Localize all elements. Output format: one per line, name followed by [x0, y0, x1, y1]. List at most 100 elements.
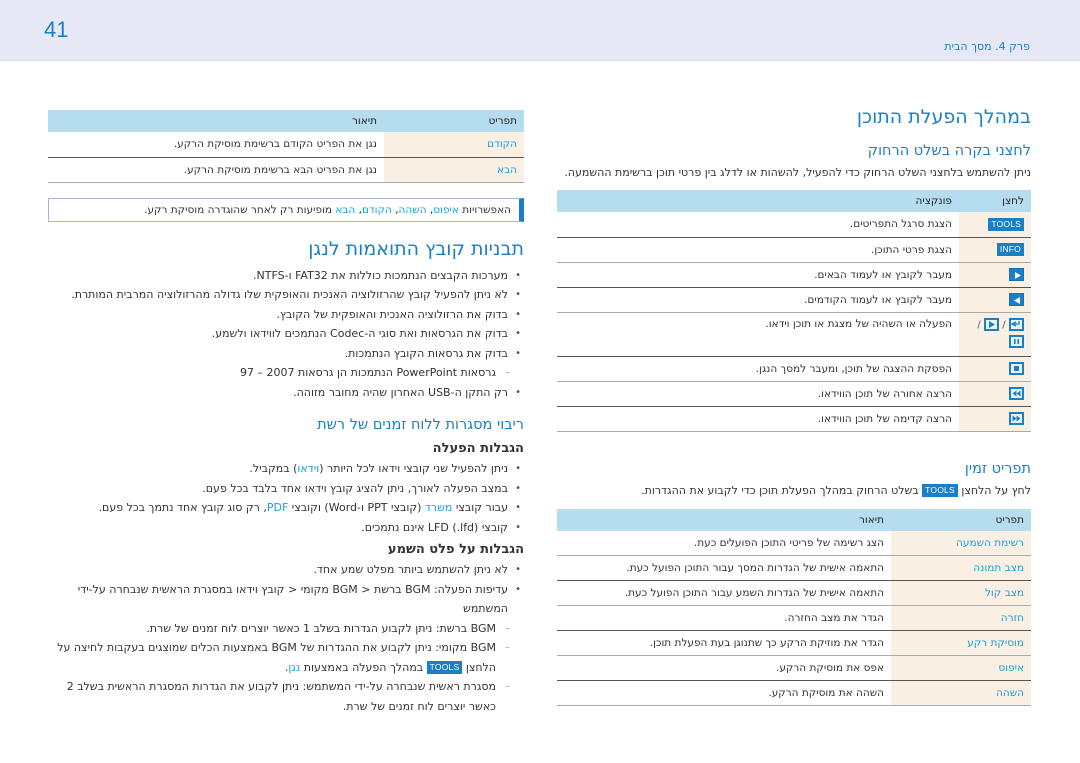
column-header-function: פונקציה: [557, 190, 959, 212]
list-item: מערכות הקבצים הנתמכות כוללות את FAT32 ו-…: [48, 266, 524, 286]
note-box: האפשרויות איפוס, השהה, הקודם, הבא מופיעו…: [48, 197, 524, 222]
menu-item-playlist[interactable]: רשימת השמעה: [891, 530, 1031, 556]
remote-buttons-description: ניתן להשתמש בלחצני השלט הרחוק כדי להפעיל…: [564, 166, 1031, 179]
menu-description: הגדר את מצב החזרה.: [557, 605, 891, 631]
menu-item-picture-mode[interactable]: מצב תמונה: [891, 555, 1031, 581]
left-column: תפריט תיאור הקודם נגן את הפריט הקודם ברש…: [48, 110, 524, 716]
column-header-description: תיאור: [48, 110, 384, 132]
list-item: לא ניתן להפעיל קובץ שהרזולוציה האנכית וה…: [48, 285, 524, 305]
table-row: TOOLS הצגת סרגל התפריטים.: [557, 212, 1031, 238]
left-arrow-icon: [1009, 293, 1024, 306]
highlight-player: נגן: [288, 660, 301, 674]
column-header-button: לחצן: [959, 190, 1031, 212]
menu-description: נגן את הפריט הבא ברשימת מוסיקת הרקע.: [48, 157, 384, 183]
rewind-icon: [1009, 387, 1024, 400]
list-item: בדוק את הגרסאות ואת סוגי ה-Codec הנתמכים…: [48, 324, 524, 344]
table-row: הרצה אחורה של תוכן הווידאו.: [557, 381, 1031, 407]
play-icon: [983, 317, 999, 331]
compatible-formats-heading: תבניות קובץ התואמות לנגן: [308, 237, 524, 260]
description-text: לחץ על הלחצן: [961, 483, 1031, 497]
remote-buttons-table: לחצן פונקציה TOOLS הצגת סרגל התפריטים. I…: [557, 190, 1031, 432]
table-row: השהה השהה את מוסיקת הרקע.: [557, 680, 1031, 706]
menu-description: הצג רשימה של פריטי התוכן הפועלים כעת.: [557, 530, 891, 556]
tools-key-icon: TOOLS: [988, 217, 1024, 231]
table-row: איפוס אפס את מוסיקת הרקע.: [557, 655, 1031, 681]
function-text: הצגת סרגל התפריטים.: [557, 212, 959, 238]
table-row: הקודם נגן את הפריט הקודם ברשימת מוסיקת ה…: [48, 132, 524, 158]
list-item: בדוק את גרסאות הקובץ הנתמכות.: [48, 344, 524, 364]
list-item: עבור קובצי משרד (קובצי PPT ו-Word) וקובצ…: [48, 498, 524, 518]
list-item: במצב הפעלה לאורך, ניתן להציג קובץ וידאו …: [48, 479, 524, 499]
chapter-breadcrumb: פרק 4. מסך הבית: [944, 40, 1030, 53]
pause-icon: [1009, 334, 1024, 348]
audio-restrictions-heading: הגבלות על פלט השמע: [387, 542, 524, 557]
list-item: קובצי LFD (.lfd) אינם נתמכים.: [48, 518, 524, 538]
table-row: חזרה הגדר את מצב החזרה.: [557, 605, 1031, 631]
fast-forward-icon: [1009, 412, 1024, 425]
function-text: מעבר לקובץ או לעמוד הקודמים.: [557, 287, 959, 313]
text: (קובצי PPT ו-Word) וקובצי: [288, 501, 425, 514]
note-option-previous: הקודם: [361, 203, 392, 216]
function-text: הפסקת ההצגה של תוכן, ומעבר למסך הנגן.: [557, 356, 959, 382]
menu-description: נגן את הפריט הקודם ברשימת מוסיקת הרקע.: [48, 132, 384, 158]
note-text: מופיעות רק לאחר שהוגדרה מוסיקת רקע.: [144, 203, 332, 216]
column-header-menu: תפריט: [384, 110, 524, 132]
page-number: 41: [44, 17, 69, 42]
menu-item-next[interactable]: הבא: [384, 157, 524, 183]
info-key-icon: INFO: [996, 243, 1024, 256]
function-text: הפעלה או השהיה של מצגת או תוכן וידאו.: [557, 312, 959, 357]
note-option-next: הבא: [335, 203, 356, 216]
list-item: עדיפות הפעלה: BGM ברשת < BGM מקומי < קוב…: [48, 580, 524, 619]
menu-item-repeat[interactable]: חזרה: [891, 605, 1031, 631]
table-row: הרצה קדימה של תוכן הווידאו.: [557, 406, 1031, 432]
highlight-pdf: PDF: [266, 501, 289, 514]
highlight-office: משרד: [424, 501, 453, 514]
menu-item-sound-mode[interactable]: מצב קול: [891, 580, 1031, 606]
list-item: ניתן להפעיל שני קובצי וידאו לכל היותר (ו…: [48, 459, 524, 479]
table-row: הבא נגן את הפריט הבא ברשימת מוסיקת הרקע.: [48, 157, 524, 183]
note-text: ,: [355, 203, 362, 216]
highlight-video: וידאו: [297, 462, 320, 475]
menu-item-background-music[interactable]: מוסיקת רקע: [891, 630, 1031, 656]
table-row: מוסיקת רקע הגדר את מוזיקת הרקע כך שתנוגן…: [557, 630, 1031, 656]
table-row: מצב תמונה התאמה אישית של הגדרות המסך עבו…: [557, 555, 1031, 581]
bgm-menu-table: תפריט תיאור הקודם נגן את הפריט הקודם ברש…: [48, 110, 524, 183]
function-text: מעבר לקובץ או לעמוד הבאים.: [557, 262, 959, 288]
note-option-reset: איפוס: [433, 203, 459, 216]
description-text: בשלט הרחוק במהלך הפעלת תוכן כדי לקבוע את…: [641, 483, 919, 497]
sub-list-item: BGM מקומי: ניתן לקבוע את ההגדרות של BGM …: [48, 638, 524, 677]
function-text: הרצה קדימה של תוכן הווידאו.: [557, 406, 959, 432]
table-row: רשימת השמעה הצג רשימה של פריטי התוכן הפו…: [557, 530, 1031, 556]
table-row: הפסקת ההצגה של תוכן, ומעבר למסך הנגן.: [557, 356, 1031, 382]
remote-buttons-heading: לחצני בקרה בשלט הרחוק: [867, 143, 1031, 159]
list-item: רק התקן ה-USB האחרון שהיה מחובר מזוהה.: [48, 383, 524, 403]
page-header: 41 פרק 4. מסך הבית: [0, 0, 1080, 61]
table-row: מצב קול התאמה אישית של הגדרות השמע עבור …: [557, 580, 1031, 606]
text: במהלך הפעלה באמצעות: [300, 660, 427, 674]
table-row: מעבר לקובץ או לעמוד הקודמים.: [557, 287, 1031, 313]
note-text: ,: [391, 203, 399, 216]
right-arrow-icon: [1009, 268, 1024, 281]
menu-description: אפס את מוסיקת הרקע.: [557, 655, 891, 681]
multi-frame-heading: ריבוי מסגרות ללוח זמנים של רשת: [317, 417, 524, 433]
table-row: מעבר לקובץ או לעמוד הבאים.: [557, 262, 1031, 288]
menu-item-reset[interactable]: איפוס: [891, 655, 1031, 681]
note-option-pause: השהה: [398, 203, 427, 216]
menu-item-pause[interactable]: השהה: [891, 680, 1031, 706]
text: עבור קובצי: [452, 501, 508, 514]
menu-description: התאמה אישית של הגדרות השמע עבור התוכן הפ…: [557, 580, 891, 606]
text: ) במקביל.: [249, 462, 298, 475]
column-header-menu: תפריט: [891, 508, 1031, 531]
menu-item-previous[interactable]: הקודם: [384, 132, 524, 158]
playback-restrictions-list: ניתן להפעיל שני קובצי וידאו לכל היותר (ו…: [48, 459, 524, 537]
column-header-description: תיאור: [557, 508, 891, 531]
enter-icon: [1009, 317, 1024, 331]
function-text: הצגת פרטי התוכן.: [557, 237, 959, 263]
sub-list-item: גרסאות PowerPoint הנתמכות הן גרסאות 2007…: [48, 363, 524, 383]
menu-description: השהה את מוסיקת הרקע.: [557, 680, 891, 706]
right-column: במהלך הפעלת התוכן לחצני בקרה בשלט הרחוק …: [557, 104, 1031, 706]
section-title-during-playback: במהלך הפעלת התוכן: [856, 106, 1031, 128]
table-row: / / הפעלה או השהיה של מצגת או תוכן וידאו…: [557, 312, 1031, 357]
text: , רק סוג קובץ אחד נתמך בכל פעם.: [98, 501, 267, 514]
menu-description: הגדר את מוזיקת הרקע כך שתנוגן בעת הפעלת …: [557, 630, 891, 656]
